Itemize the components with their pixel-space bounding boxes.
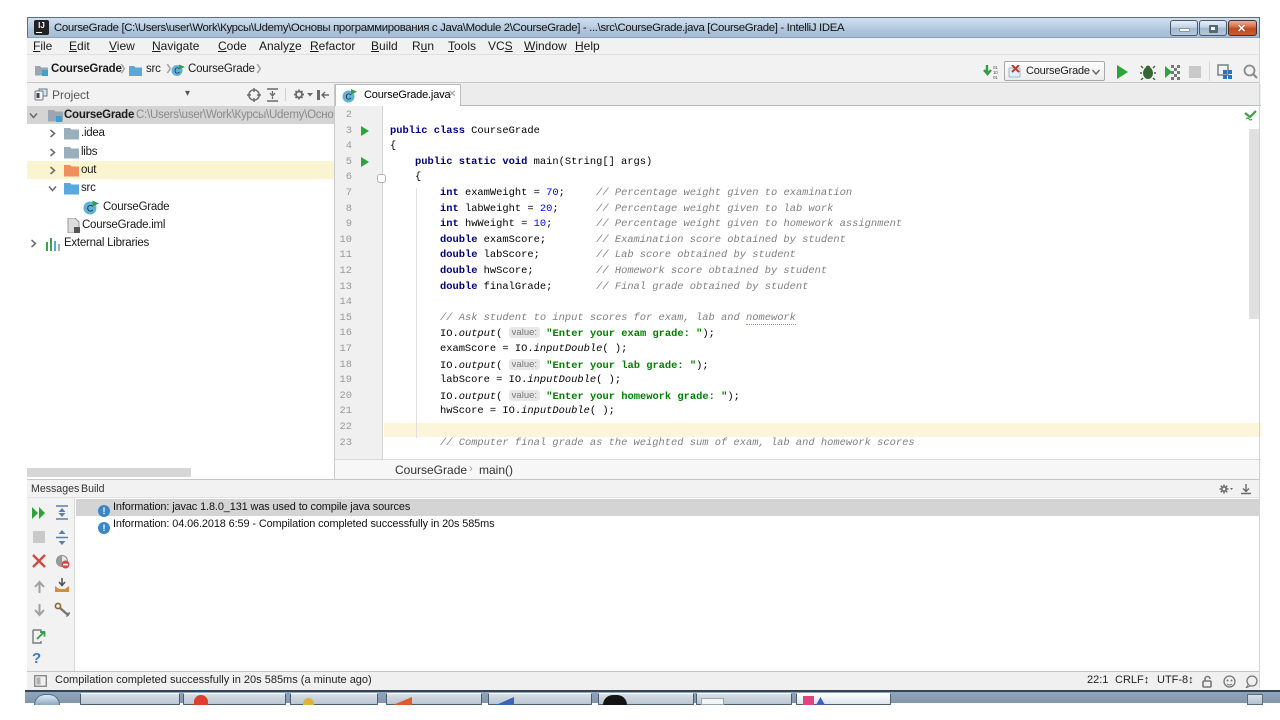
svg-text:C: C bbox=[346, 92, 352, 102]
svg-text:01: 01 bbox=[993, 75, 998, 79]
